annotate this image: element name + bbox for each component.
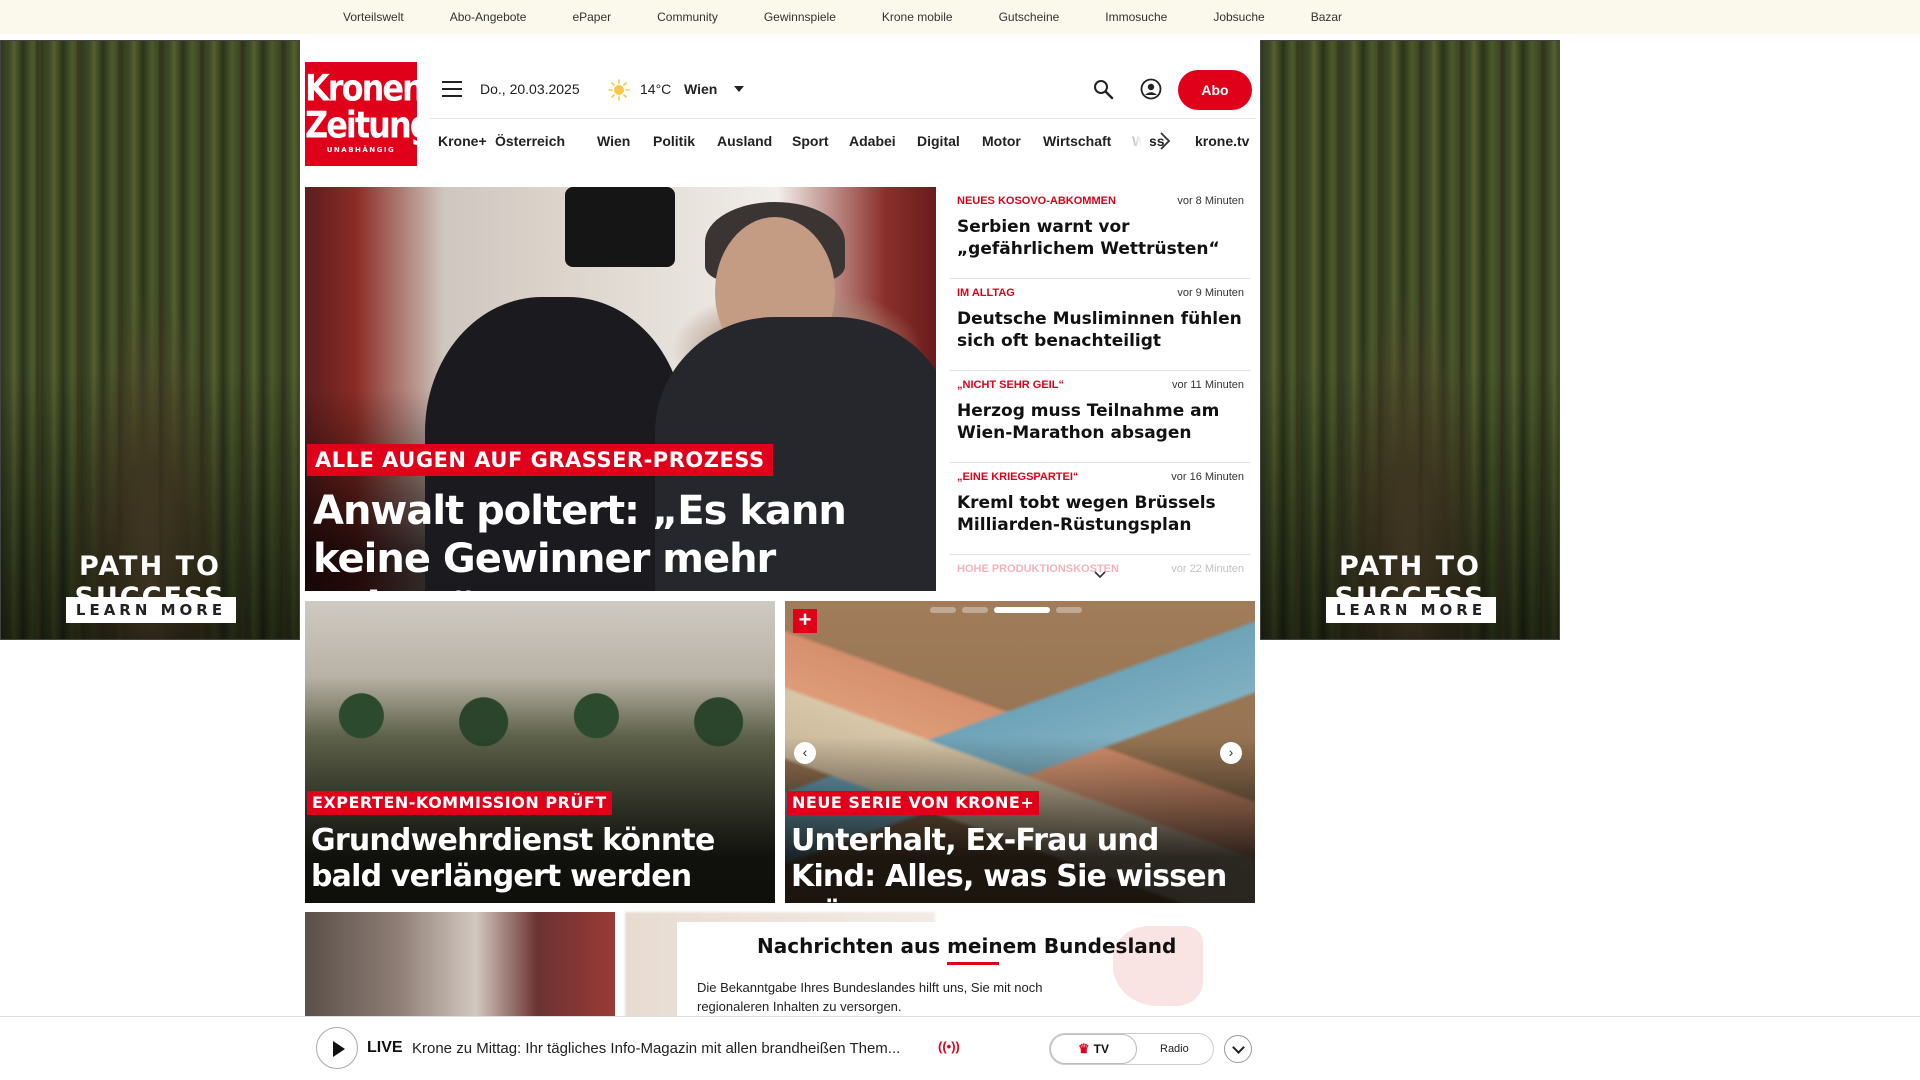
card-kicker: EXPERTEN-KOMMISSION PRÜFT <box>307 791 612 815</box>
ad-forest-image <box>1261 41 1559 639</box>
carousel-dot[interactable] <box>1056 607 1082 613</box>
sun-icon <box>608 79 630 101</box>
live-player-bar: LIVE Krone zu Mittag: Ihr tägliches Info… <box>0 1016 1920 1080</box>
topbar-link-bazar[interactable]: Bazar <box>1311 10 1342 24</box>
hero-story[interactable]: ALLE AUGEN AUF GRASSER-PROZESS Anwalt po… <box>305 187 936 591</box>
nav-item-digital[interactable]: Digital <box>917 133 960 149</box>
nav-item-krone-plus[interactable]: Krone+ <box>438 133 487 149</box>
hero-image-camera <box>565 187 675 267</box>
nav-item-adabei[interactable]: Adabei <box>849 133 896 149</box>
bundesland-title: Nachrichten aus meinem Bundesland <box>757 934 1177 958</box>
topbar-link-gewinnspiele[interactable]: Gewinnspiele <box>764 10 836 24</box>
teaser-carousel-card[interactable]: + ‹ › NEUE SERIE VON KRONE+ Unterhalt, E… <box>785 601 1255 903</box>
kronen-zeitung-logo[interactable]: Kronen Zeitung UNABHÄNGIG <box>305 62 433 166</box>
nav-item-wien[interactable]: Wien <box>597 133 630 149</box>
carousel-dot-active[interactable] <box>994 607 1050 613</box>
search-icon[interactable] <box>1092 78 1114 100</box>
news-item[interactable]: IM ALLTAG vor 9 Minuten Deutsche Muslimi… <box>950 279 1250 371</box>
ad-forest-image <box>1 41 299 639</box>
city-selector[interactable]: Wien <box>684 81 717 97</box>
nav-item-motor[interactable]: Motor <box>982 133 1021 149</box>
chevron-down-icon[interactable] <box>734 86 744 92</box>
news-title[interactable]: Herzog muss Teilnahme am Wien-Marathon a… <box>957 400 1244 444</box>
play-button[interactable] <box>316 1027 358 1069</box>
topbar-link-jobsuche[interactable]: Jobsuche <box>1213 10 1264 24</box>
news-title[interactable]: Deutsche Musliminnen fühlen sich oft ben… <box>957 308 1244 352</box>
current-date: Do., 20.03.2025 <box>480 81 580 97</box>
ad-left-skyscraper[interactable]: PATH TO SUCCESS LEARN MORE <box>0 40 300 640</box>
utility-bar: Vorteilswelt Abo-Angebote ePaper Communi… <box>0 0 1920 34</box>
news-title[interactable]: Serbien warnt vor „gefährlichem Wettrüst… <box>957 216 1244 260</box>
news-item[interactable]: „EINE KRIEGSPARTEI“ vor 16 Minuten Kreml… <box>950 463 1250 555</box>
news-time: vor 11 Minuten <box>1172 379 1244 391</box>
news-title[interactable]: Kreml tobt wegen Brüssels Milliarden-Rüs… <box>957 492 1244 536</box>
news-time: vor 16 Minuten <box>1171 471 1244 483</box>
expand-player-button[interactable] <box>1224 1035 1252 1063</box>
carousel-dot[interactable] <box>962 607 988 613</box>
news-time: vor 8 Minuten <box>1177 195 1244 207</box>
crown-icon: ♛ <box>1078 1041 1090 1056</box>
logo-line-2: Zeitung <box>305 103 433 147</box>
tv-option[interactable]: ♛ TV <box>1050 1034 1137 1064</box>
carousel-prev-button[interactable]: ‹ <box>794 742 816 764</box>
hero-headline[interactable]: Anwalt poltert: „Es kann keine Gewinner … <box>313 487 913 591</box>
nav-item-krone-tv[interactable]: krone.tv <box>1195 133 1249 149</box>
hero-kicker: ALLE AUGEN AUF GRASSER-PROZESS <box>307 444 773 476</box>
topbar-link-gutscheine[interactable]: Gutscheine <box>999 10 1060 24</box>
topbar-link-immosuche[interactable]: Immosuche <box>1105 10 1167 24</box>
news-time: vor 22 Minuten <box>1171 563 1244 575</box>
news-time: vor 9 Minuten <box>1177 287 1244 299</box>
carousel-dots <box>930 607 1110 613</box>
krone-plus-badge: + <box>793 609 817 633</box>
menu-icon[interactable] <box>442 81 462 97</box>
header-row: Do., 20.03.2025 14°C Wien Abo <box>440 70 1255 110</box>
topbar-link-epaper[interactable]: ePaper <box>572 10 611 24</box>
carousel-next-button[interactable]: › <box>1220 742 1242 764</box>
card-headline[interactable]: Grundwehrdienst könnte bald verlängert w… <box>311 823 771 895</box>
nav-item-sport[interactable]: Sport <box>792 133 829 149</box>
nav-fade <box>1110 127 1150 157</box>
topbar-link-vorteilswelt[interactable]: Vorteilswelt <box>343 10 404 24</box>
carousel-dot[interactable] <box>930 607 956 613</box>
latest-news-list: NEUES KOSOVO-ABKOMMEN vor 8 Minuten Serb… <box>950 187 1250 591</box>
chevron-down-icon[interactable] <box>1093 570 1107 580</box>
nav-item-oesterreich[interactable]: Österreich <box>495 133 565 149</box>
chevron-right-icon[interactable] <box>1158 129 1172 153</box>
nav-item-ausland[interactable]: Ausland <box>717 133 772 149</box>
card-kicker: NEUE SERIE VON KRONE+ <box>787 791 1040 815</box>
tv-option-label: TV <box>1093 1042 1109 1056</box>
section-nav: Krone+ Österreich Wien Politik Ausland S… <box>430 118 1256 166</box>
nav-item-politik[interactable]: Politik <box>653 133 695 149</box>
live-label: LIVE <box>367 1039 403 1056</box>
logo-tagline: UNABHÄNGIG <box>326 146 396 154</box>
tv-radio-toggle[interactable]: ♛ TV Radio <box>1049 1033 1214 1065</box>
news-item[interactable]: „NICHT SEHR GEIL“ vor 11 Minuten Herzog … <box>950 371 1250 463</box>
ad-left-learn-more-button[interactable]: LEARN MORE <box>66 597 236 623</box>
abo-button[interactable]: Abo <box>1178 70 1252 110</box>
topbar-link-abo-angebote[interactable]: Abo-Angebote <box>450 10 527 24</box>
temperature: 14°C <box>640 81 672 97</box>
topbar-link-krone-mobile[interactable]: Krone mobile <box>882 10 953 24</box>
radio-option[interactable]: Radio <box>1160 1034 1189 1064</box>
live-program-title[interactable]: Krone zu Mittag: Ihr tägliches Info-Maga… <box>412 1040 932 1057</box>
broadcast-icon: ((•)) <box>938 1039 960 1054</box>
news-item[interactable]: NEUES KOSOVO-ABKOMMEN vor 8 Minuten Serb… <box>950 187 1250 279</box>
topbar-link-community[interactable]: Community <box>657 10 718 24</box>
nav-item-wirtschaft[interactable]: Wirtschaft <box>1043 133 1111 149</box>
bundesland-underline <box>947 962 999 965</box>
teaser-card[interactable]: EXPERTEN-KOMMISSION PRÜFT Grundwehrdiens… <box>305 601 775 903</box>
ad-right-skyscraper[interactable]: PATH TO SUCCESS LEARN MORE <box>1260 40 1560 640</box>
bundesland-text: Die Bekanntgabe Ihres Bundeslandes hilft… <box>697 980 1043 1014</box>
ad-right-learn-more-button[interactable]: LEARN MORE <box>1326 597 1496 623</box>
card-headline[interactable]: Unterhalt, Ex-Frau und Kind: Alles, was … <box>791 823 1251 903</box>
user-icon[interactable] <box>1140 78 1162 100</box>
